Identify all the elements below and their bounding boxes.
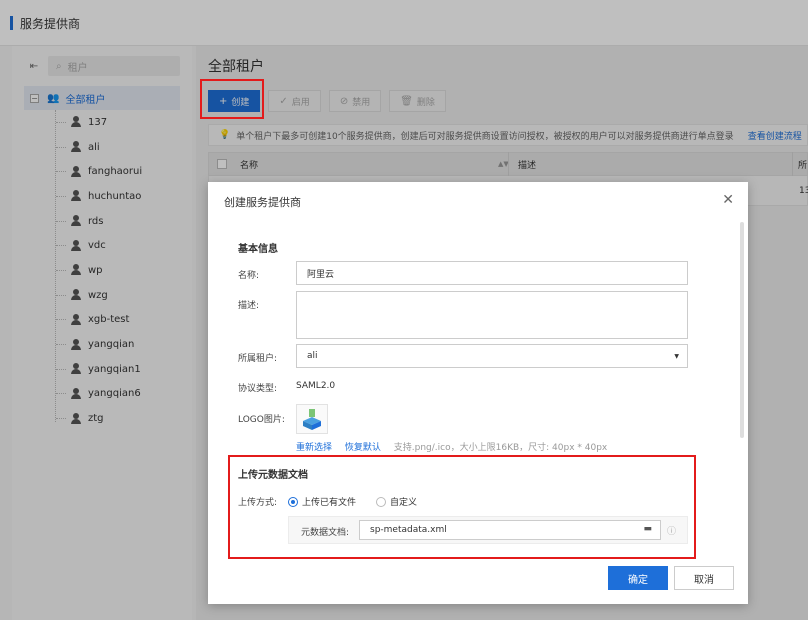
upload-method-label: 上传方式: bbox=[238, 498, 278, 508]
protocol-label: 协议类型: bbox=[238, 384, 278, 394]
dialog-title: 创建服务提供商 bbox=[224, 196, 301, 209]
caret-down-icon: ▼ bbox=[674, 353, 679, 360]
folder-icon[interactable]: ▬ bbox=[643, 524, 652, 534]
logo-reset-link[interactable]: 恢复默认 bbox=[345, 443, 381, 453]
name-label: 名称: bbox=[238, 271, 260, 281]
upload-existing-label: 上传已有文件 bbox=[302, 498, 357, 508]
description-textarea[interactable] bbox=[296, 291, 688, 339]
upload-custom-radio[interactable]: 自定义 bbox=[376, 495, 417, 508]
basic-info-heading: 基本信息 bbox=[238, 244, 278, 255]
cancel-button[interactable]: 取消 bbox=[674, 566, 734, 590]
tenant-label: 所属租户: bbox=[238, 354, 278, 364]
radio-selected-icon bbox=[288, 496, 298, 507]
tenant-select[interactable]: ali ▼ bbox=[296, 344, 688, 368]
create-button-highlight bbox=[200, 79, 264, 119]
metadata-upload-box: 元数据文档: sp-metadata.xml ▬ ⓘ bbox=[288, 516, 688, 544]
logo-hint-text: 支持.png/.ico，大小上限16KB，尺寸: 40px * 40px bbox=[393, 443, 608, 453]
metadata-file-value: sp-metadata.xml bbox=[370, 525, 447, 535]
close-icon[interactable]: ✕ bbox=[722, 192, 734, 208]
info-circle-icon[interactable]: ⓘ bbox=[667, 524, 676, 537]
upload-custom-label: 自定义 bbox=[390, 498, 418, 508]
confirm-button[interactable]: 确定 bbox=[608, 566, 668, 590]
logo-reselect-link[interactable]: 重新选择 bbox=[296, 443, 332, 453]
upload-section-heading: 上传元数据文档 bbox=[238, 470, 308, 481]
logo-image-preview bbox=[296, 404, 328, 434]
upload-existing-radio[interactable]: 上传已有文件 bbox=[288, 495, 356, 508]
metadata-label: 元数据文档: bbox=[301, 528, 350, 538]
logo-label: LOGO图片: bbox=[238, 415, 285, 425]
name-input-value: 阿里云 bbox=[307, 269, 335, 280]
radio-unselected-icon bbox=[376, 496, 386, 507]
protocol-value: SAML2.0 bbox=[296, 381, 336, 391]
logo-placeholder-icon bbox=[303, 409, 321, 430]
logo-actions: 重新选择 恢复默认 支持.png/.ico，大小上限16KB，尺寸: 40px … bbox=[296, 440, 617, 453]
description-label: 描述: bbox=[238, 301, 260, 311]
metadata-file-input[interactable]: sp-metadata.xml ▬ bbox=[359, 520, 661, 540]
name-input[interactable]: 阿里云 bbox=[296, 261, 688, 285]
tenant-select-value: ali bbox=[307, 351, 318, 361]
create-provider-dialog: 创建服务提供商 ✕ 基本信息 名称: 阿里云 描述: 所属租户: ali ▼ 协… bbox=[208, 182, 748, 604]
dialog-scrollbar[interactable] bbox=[740, 222, 744, 438]
